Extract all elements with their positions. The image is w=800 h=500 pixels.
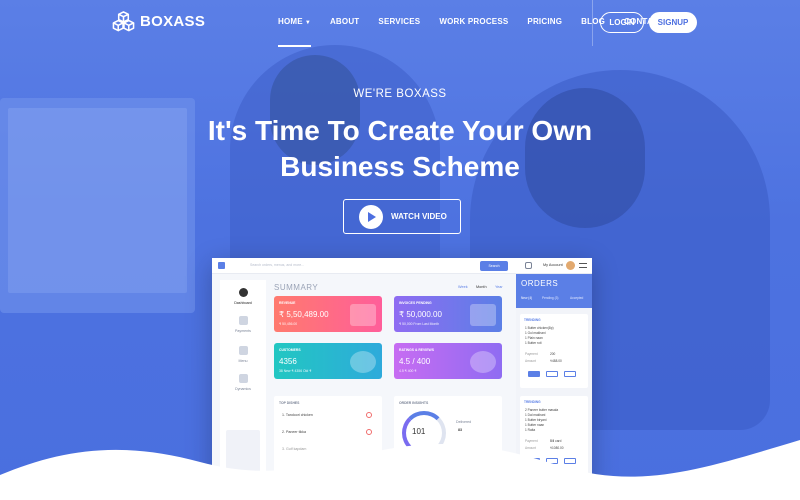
hero-section: BOXASS HOME ▼ ABOUT SERVICES WORK PROCESS… (0, 0, 800, 500)
bottom-wave-divider (0, 440, 800, 500)
